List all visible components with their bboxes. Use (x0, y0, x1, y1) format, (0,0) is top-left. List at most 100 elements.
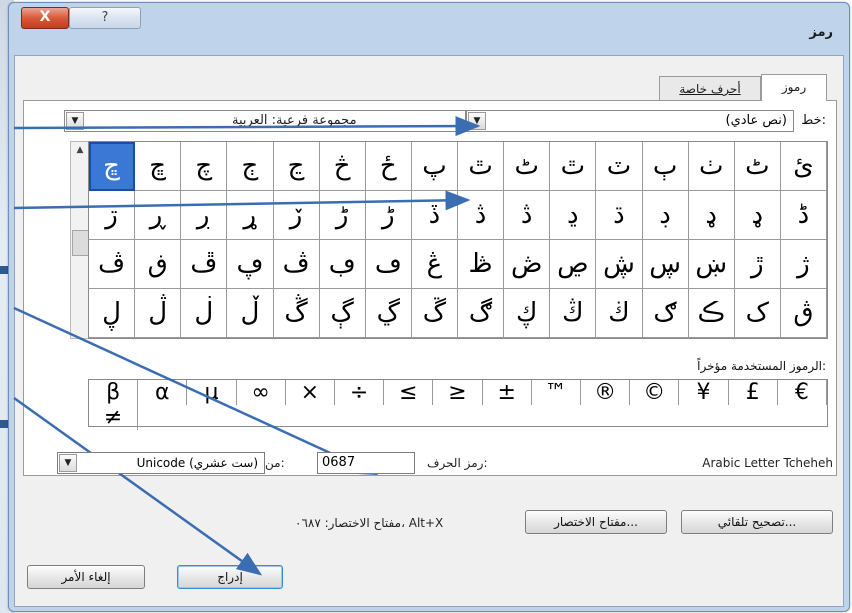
tab-special-characters[interactable]: أحرف خاصة (659, 76, 761, 101)
symbol-cell[interactable]: ڒ (273, 191, 320, 240)
recent-symbol-cell[interactable]: ≥ (433, 380, 483, 405)
from-dropdown[interactable]: Unicode (ست عشري) ▼ (57, 452, 265, 474)
symbol-cell[interactable]: پ (411, 142, 458, 191)
symbol-cell[interactable]: ڍ (550, 191, 597, 240)
chevron-down-icon[interactable]: ▼ (59, 454, 77, 472)
tab-symbols[interactable]: رموز (761, 74, 827, 101)
symbol-cell[interactable]: ڏ (411, 191, 458, 240)
symbol-cell[interactable]: ڙ (734, 240, 781, 289)
symbol-cell[interactable]: ٿ (458, 142, 505, 191)
from-value: Unicode (ست عشري) (136, 456, 258, 470)
symbol-cell[interactable]: ډ (734, 191, 781, 240)
autocorrect-button[interactable]: تصحيح تلقائي... (681, 510, 833, 534)
scroll-up-icon[interactable]: ▲ (71, 142, 89, 158)
symbol-cell[interactable]: ڑ (365, 191, 412, 240)
symbol-cell[interactable]: ڤ (89, 240, 136, 289)
symbol-cell[interactable]: ڥ (227, 240, 274, 289)
recent-symbol-cell[interactable]: α (138, 380, 188, 405)
symbol-cell[interactable]: ڧ (135, 240, 182, 289)
symbol-cell[interactable]: ڦ (181, 240, 228, 289)
symbol-cell[interactable]: ڟ (458, 240, 505, 289)
symbol-cell[interactable]: ڊ (642, 191, 689, 240)
close-button[interactable]: X (21, 7, 69, 29)
scroll-thumb[interactable] (72, 230, 89, 256)
symbol-cell[interactable]: ڇ (89, 142, 136, 191)
symbol-cell[interactable]: ٹ (734, 142, 781, 191)
recent-symbol-cell[interactable]: × (286, 380, 335, 405)
symbol-cell[interactable]: ڎ (504, 191, 551, 240)
symbol-cell[interactable]: ڡ (365, 240, 412, 289)
symbol-cell[interactable]: ڛ (642, 240, 689, 289)
symbol-cell[interactable]: ٹ (504, 142, 551, 191)
symbol-cell[interactable]: څ (319, 142, 366, 191)
symbol-cell[interactable]: ڄ (227, 142, 274, 191)
recent-symbol-cell[interactable]: ∞ (237, 380, 286, 405)
recent-symbol-cell[interactable]: € (778, 380, 827, 405)
symbol-cell[interactable]: ڈ (780, 191, 827, 240)
symbol-cell[interactable]: ڭ (550, 289, 597, 338)
symbol-cell[interactable]: ڬ (596, 289, 643, 338)
symbol-cell[interactable]: ڜ (596, 240, 643, 289)
symbol-cell[interactable]: ڢ (319, 240, 366, 289)
help-button[interactable]: ? (69, 7, 141, 29)
symbol-cell[interactable]: ڵ (227, 289, 274, 338)
recent-symbol-cell[interactable]: ® (581, 380, 631, 405)
symbol-cell[interactable]: ښ (688, 240, 735, 289)
recent-symbol-cell[interactable]: £ (729, 380, 778, 405)
grid-scrollbar[interactable]: ▲ (70, 141, 90, 339)
recent-symbol-cell[interactable]: ™ (532, 380, 581, 405)
symbol-cell[interactable]: ڰ (458, 289, 505, 338)
recent-symbol-cell[interactable]: ÷ (335, 380, 385, 405)
character-code-input[interactable]: 0687 (317, 452, 415, 474)
symbol-cell[interactable]: چ (181, 142, 228, 191)
symbol-cell[interactable]: ڃ (273, 142, 320, 191)
symbol-cell[interactable]: ڴ (273, 289, 320, 338)
symbol-cell[interactable]: ٿ (550, 142, 597, 191)
font-dropdown[interactable]: (نص عادي) ▼ (466, 110, 794, 132)
shortcut-key-button[interactable]: مفتاح الاختصار... (525, 510, 667, 534)
symbol-cell[interactable]: ڤ (273, 240, 320, 289)
symbol-cell[interactable]: ڗ (89, 191, 136, 240)
symbol-cell[interactable]: ڕ (135, 191, 182, 240)
symbol-cell[interactable]: ڔ (181, 191, 228, 240)
symbol-cell[interactable]: ڨ (780, 289, 827, 338)
symbol-cell[interactable]: ڮ (504, 289, 551, 338)
character-code-value: 0687 (322, 455, 356, 470)
recent-symbol-cell[interactable]: ≤ (384, 380, 434, 405)
symbol-cell[interactable]: ڷ (135, 289, 182, 338)
recent-symbol-cell[interactable]: ¥ (679, 380, 729, 405)
symbol-cell[interactable]: ڌ (596, 191, 643, 240)
symbol-cell[interactable]: ژ (780, 240, 827, 289)
recent-symbol-cell[interactable]: © (630, 380, 680, 405)
symbol-cell[interactable]: ڲ (365, 289, 412, 338)
chevron-down-icon[interactable]: ▼ (66, 112, 84, 130)
recent-symbol-cell[interactable]: β (89, 380, 139, 405)
symbol-cell[interactable]: ڇ (135, 142, 182, 191)
symbol-cell[interactable]: ٻ (642, 142, 689, 191)
symbol-cell[interactable]: ٺ (688, 142, 735, 191)
recent-symbol-cell[interactable]: µ (187, 380, 237, 405)
symbol-cell[interactable]: ڞ (504, 240, 551, 289)
symbol-cell[interactable]: ڑ (319, 191, 366, 240)
symbol-cell[interactable]: ٽ (596, 142, 643, 191)
chevron-down-icon[interactable]: ▼ (468, 112, 486, 130)
symbol-cell[interactable]: ڝ (550, 240, 597, 289)
symbol-cell[interactable]: ڠ (411, 240, 458, 289)
symbol-cell[interactable]: ځ (365, 142, 412, 191)
symbol-cell[interactable]: ڸ (89, 289, 136, 338)
symbol-cell[interactable]: ڱ (411, 289, 458, 338)
cancel-button[interactable]: إلغاء الأمر (27, 565, 145, 589)
symbol-cell[interactable]: ڪ (688, 289, 735, 338)
from-label: من: (265, 456, 285, 470)
symbol-cell[interactable]: ئ (780, 142, 827, 191)
symbol-cell[interactable]: ک (734, 289, 781, 338)
symbol-cell[interactable]: ړ (227, 191, 274, 240)
recent-symbol-cell[interactable]: ± (483, 380, 532, 405)
symbol-cell[interactable]: ڶ (181, 289, 228, 338)
insert-button[interactable]: إدراج (177, 565, 283, 589)
symbol-cell[interactable]: ډ (688, 191, 735, 240)
recent-symbol-cell[interactable]: ≠ (89, 405, 139, 430)
symbol-cell[interactable]: ڳ (319, 289, 366, 338)
symbol-cell[interactable]: ګ (642, 289, 689, 338)
symbol-cell[interactable]: ڎ (458, 191, 505, 240)
